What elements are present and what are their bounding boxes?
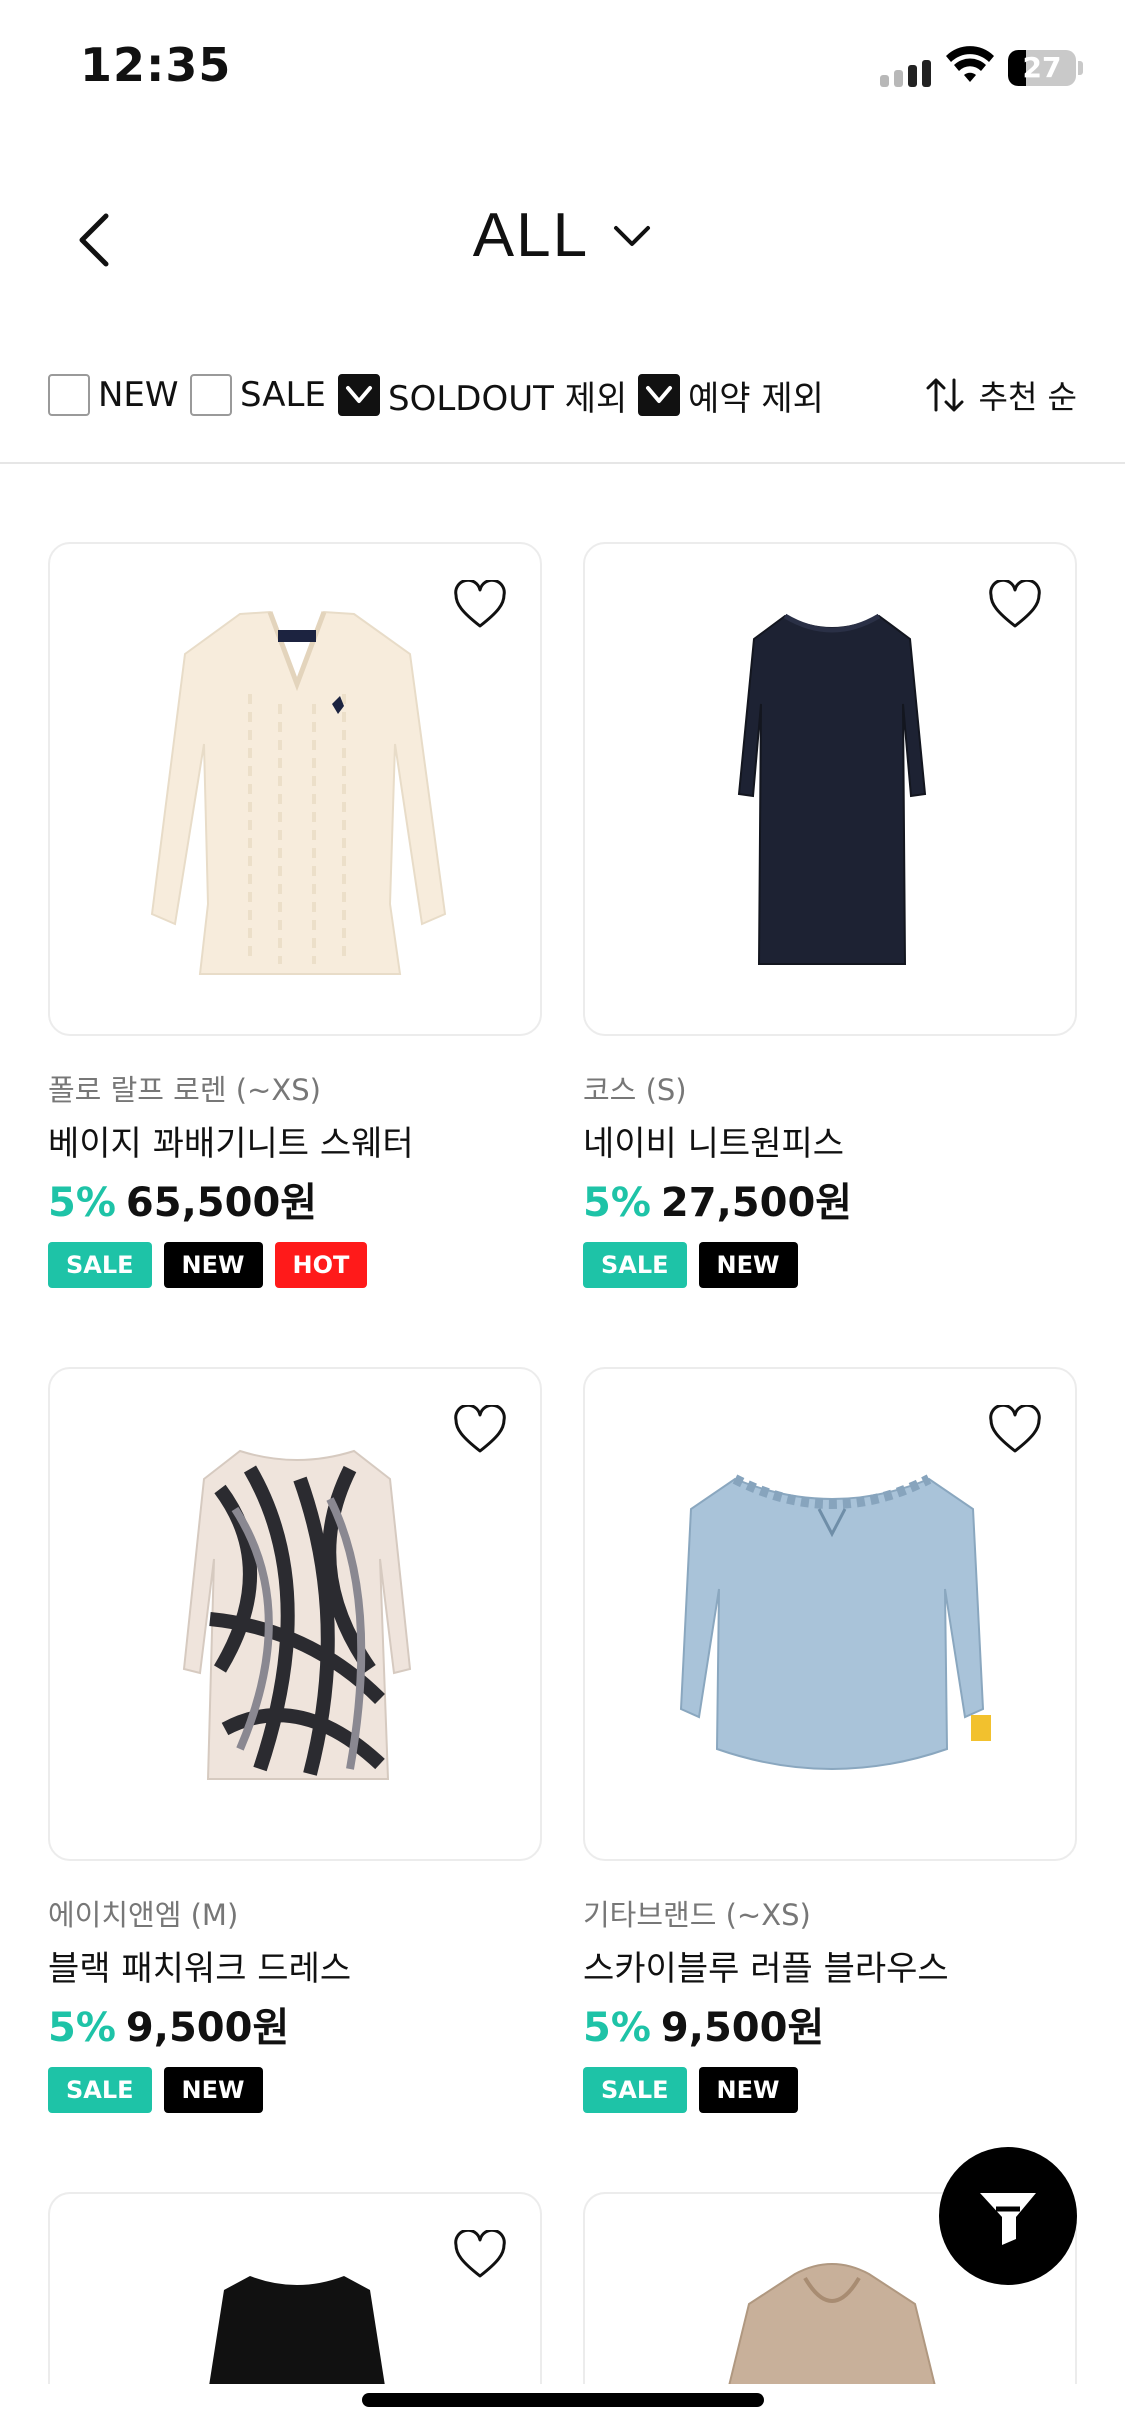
battery-icon: 27	[1008, 50, 1076, 86]
discount-rate: 5%	[583, 2005, 651, 2051]
product-image[interactable]	[48, 2192, 542, 2384]
filter-sale-label: SALE	[240, 375, 326, 415]
badge-list: SALE NEW	[583, 2067, 798, 2113]
battery-level: 27	[1022, 51, 1062, 84]
status-bar: 12:35 27	[0, 0, 1125, 140]
sort-arrows-icon	[926, 378, 963, 412]
black-top-image	[209, 2276, 385, 2384]
product-brand: 폴로 랄프 로렌 (~XS)	[48, 1073, 321, 1107]
heart-icon[interactable]	[987, 1405, 1043, 1455]
sort-label: 추천 순	[978, 378, 1078, 416]
home-indicator	[362, 2393, 764, 2407]
heart-icon[interactable]	[452, 1405, 508, 1455]
price-row: 5% 65,500원	[48, 1170, 317, 1228]
product-image[interactable]	[583, 542, 1077, 1036]
product-price: 9,500원	[125, 2005, 290, 2051]
heart-icon[interactable]	[987, 580, 1043, 630]
header: ALL	[0, 170, 1125, 310]
badge-list: SALE NEW	[583, 1242, 798, 1288]
sale-badge: SALE	[583, 1242, 687, 1288]
price-row: 5% 9,500원	[583, 1995, 824, 2053]
filter-fab-button[interactable]	[939, 2147, 1077, 2285]
sort-button[interactable]: 추천 순	[925, 370, 1078, 420]
sale-checkbox[interactable]	[190, 374, 232, 416]
check-icon	[346, 386, 372, 403]
signal-icon	[880, 60, 931, 87]
discount-rate: 5%	[48, 1180, 116, 1226]
new-badge: NEW	[698, 2067, 798, 2113]
product-name[interactable]: 스카이블루 러플 블라우스	[583, 1941, 949, 1990]
badge-list: SALE NEW HOT	[48, 1242, 368, 1288]
filter-soldout-label: SOLDOUT 제외	[388, 378, 628, 419]
new-badge: NEW	[163, 2067, 263, 2113]
price-row: 5% 9,500원	[48, 1995, 289, 2053]
product-brand: 기타브랜드 (~XS)	[583, 1898, 811, 1932]
page-title: ALL	[472, 201, 590, 270]
filter-funnel-icon	[980, 2193, 1036, 2245]
product-price: 9,500원	[660, 2005, 825, 2051]
filter-reserve-label: 예약 제외	[688, 378, 824, 419]
badge-list: SALE NEW	[48, 2067, 263, 2113]
discount-rate: 5%	[583, 1180, 651, 1226]
filter-new-label: NEW	[98, 375, 179, 415]
product-image[interactable]	[583, 1367, 1077, 1861]
filter-new[interactable]: NEW	[48, 370, 179, 420]
sale-badge: SALE	[583, 2067, 687, 2113]
hot-badge: HOT	[274, 1242, 368, 1288]
reserve-exclude-checkbox[interactable]	[638, 374, 680, 416]
product-price: 65,500원	[125, 1180, 318, 1226]
product-brand: 코스 (S)	[583, 1073, 687, 1107]
new-badge: NEW	[698, 1242, 798, 1288]
new-checkbox[interactable]	[48, 374, 90, 416]
product-price: 27,500원	[660, 1180, 853, 1226]
product-name[interactable]: 블랙 패치워크 드레스	[48, 1941, 351, 1990]
product-image[interactable]	[48, 542, 542, 1036]
heart-icon[interactable]	[452, 580, 508, 630]
divider	[0, 462, 1125, 464]
sale-badge: SALE	[48, 1242, 152, 1288]
battery-tip	[1078, 61, 1083, 75]
sale-badge: SALE	[48, 2067, 152, 2113]
product-brand: 에이치앤엠 (M)	[48, 1898, 239, 1932]
category-selector[interactable]: ALL	[0, 200, 1125, 271]
check-icon	[646, 386, 672, 403]
chevron-down-icon	[614, 225, 651, 246]
wifi-icon	[946, 46, 994, 82]
filter-bar: NEW SALE SOLDOUT 제외 예약 제외 추천 순	[0, 360, 1125, 464]
product-name[interactable]: 베이지 꽈배기니트 스웨터	[48, 1116, 414, 1165]
status-time: 12:35	[80, 38, 232, 92]
price-row: 5% 27,500원	[583, 1170, 852, 1228]
discount-rate: 5%	[48, 2005, 116, 2051]
product-image[interactable]	[48, 1367, 542, 1861]
product-name[interactable]: 네이비 니트원피스	[583, 1116, 844, 1165]
new-badge: NEW	[163, 1242, 263, 1288]
filter-sale[interactable]: SALE	[190, 370, 326, 420]
filter-reserve-exclude[interactable]: 예약 제외	[638, 370, 824, 420]
filter-soldout-exclude[interactable]: SOLDOUT 제외	[338, 370, 627, 420]
soldout-exclude-checkbox[interactable]	[338, 374, 380, 416]
heart-icon[interactable]	[452, 2230, 508, 2280]
